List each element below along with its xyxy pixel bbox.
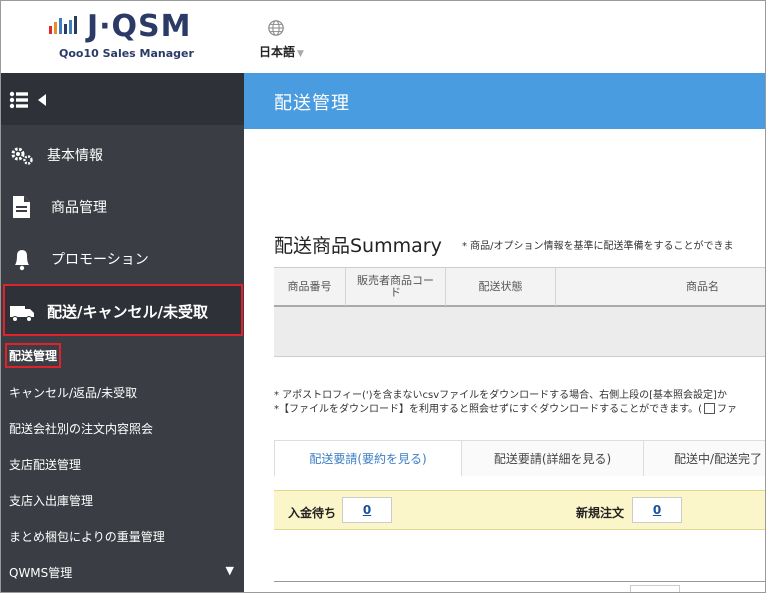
download-note: *【ファイルをダウンロード】を利用すると照会せずにすぐダウンロードすることができ… [274, 402, 738, 415]
sidebar-subitem-carrier-orders[interactable]: 配送会社別の注文内容照会 [1, 409, 244, 445]
column-header[interactable]: 販売者商品コード [346, 268, 446, 306]
sidebar-subitem-label: キャンセル/返品/未受取 [9, 386, 138, 400]
tab-bar: 配送要請(要約を見る) 配送要請(詳細を見る) 配送中/配送完了 [274, 440, 765, 477]
tab-request-detail[interactable]: 配送要請(詳細を見る) [462, 440, 644, 476]
sidebar-subitem-label: 支店配送管理 [9, 458, 82, 472]
bell-icon [15, 250, 29, 271]
tab-request-summary[interactable]: 配送要請(要約を見る) [274, 440, 462, 477]
sidebar-item-label: 基本情報 [47, 148, 103, 164]
status-count-new[interactable]: 0 [632, 497, 682, 523]
sidebar-subitem-weight-management[interactable]: まとめ梱包によりの重量管理 [1, 517, 244, 553]
sidebar-subitem-label: 配送会社別の注文内容照会 [9, 422, 154, 436]
truck-icon [10, 306, 34, 322]
sidebar-subitem-label: 支店入出庫管理 [9, 494, 94, 508]
gears-icon [11, 147, 33, 165]
tab-in-transit[interactable]: 配送中/配送完了 [644, 440, 765, 476]
divider [274, 581, 765, 582]
column-header[interactable]: 商品番号 [274, 268, 346, 306]
partial-input[interactable] [630, 585, 680, 592]
qsm-logo[interactable]: J·QSM Qoo10 Sales Manager [45, 9, 215, 65]
column-header[interactable]: 商品名 [556, 268, 765, 306]
chevron-down-icon: ▼ [297, 49, 304, 59]
sidebar-subitem-branch-inventory[interactable]: 支店入出庫管理 [1, 481, 244, 517]
logo-bars-icon [49, 15, 79, 34]
main-content: 配送管理 配送商品Summary * 商品/オプション情報を基準に配送準備をする… [244, 73, 765, 592]
document-icon [13, 196, 30, 218]
sidebar-subitem-label: まとめ梱包によりの重量管理 [9, 530, 165, 544]
sidebar-subitem-label: QWMS管理 [9, 566, 73, 580]
page-title-bar: 配送管理 [244, 73, 765, 129]
header: J·QSM Qoo10 Sales Manager 日本語 ▼ [1, 1, 765, 73]
csv-note: * アポストロフィー(')を含まないcsvファイルをダウンロードする場合、右側上… [274, 390, 727, 401]
logo-text: J·QSM [87, 9, 192, 44]
summary-note: * 商品/オプション情報を基準に配送準備をすることができま [462, 241, 734, 252]
summary-title: 配送商品Summary [274, 235, 442, 257]
sidebar-item-promotion[interactable]: プロモーション [1, 233, 244, 285]
language-label: 日本語 ▼ [259, 45, 304, 59]
logo-subtitle: Qoo10 Sales Manager [59, 47, 194, 60]
download-checkbox[interactable] [704, 402, 716, 414]
sidebar-item-shipping[interactable]: 配送/キャンセル/未受取 [3, 284, 243, 336]
status-summary: 入金待ち 0 新規注文 0 [274, 490, 765, 530]
sidebar-toggle[interactable] [1, 73, 244, 125]
table-header: 商品番号 販売者商品コード 配送状態 商品名 [274, 267, 765, 307]
sidebar-item-product[interactable]: 商品管理 [1, 181, 244, 233]
globe-icon [268, 20, 284, 36]
sidebar-subitem-shipping-management[interactable]: 配送管理 [1, 337, 244, 373]
sidebar: 基本情報 商品管理 プロモーション 配送/キャンセル/未受取 配送管理 キャンセ… [1, 73, 244, 592]
sidebar-subitem-label: 配送管理 [5, 343, 62, 368]
sidebar-item-basic-info[interactable]: 基本情報 [1, 129, 244, 181]
sidebar-subitem-branch-shipping[interactable]: 支店配送管理 [1, 445, 244, 481]
column-header[interactable]: 配送状態 [446, 268, 556, 306]
status-label-pending: 入金待ち [288, 506, 337, 520]
sidebar-subitem-cancel-return[interactable]: キャンセル/返品/未受取 [1, 373, 244, 409]
menu-collapse-icon [9, 91, 46, 109]
table-body [274, 307, 765, 357]
sidebar-subitem-qwms[interactable]: QWMS管理 ▼ [1, 553, 244, 589]
status-label-new: 新規注文 [576, 506, 625, 520]
chevron-down-icon: ▼ [225, 564, 234, 577]
sidebar-item-label: プロモーション [51, 252, 149, 268]
status-count-pending[interactable]: 0 [342, 497, 392, 523]
page-title: 配送管理 [274, 93, 350, 114]
language-selector[interactable]: 日本語 ▼ [259, 19, 304, 59]
sidebar-item-label: 配送/キャンセル/未受取 [47, 303, 208, 321]
summary-table: 商品番号 販売者商品コード 配送状態 商品名 [274, 267, 765, 357]
sidebar-item-label: 商品管理 [51, 200, 107, 216]
window: J·QSM Qoo10 Sales Manager 日本語 ▼ 基本情報 商品管… [0, 0, 766, 593]
